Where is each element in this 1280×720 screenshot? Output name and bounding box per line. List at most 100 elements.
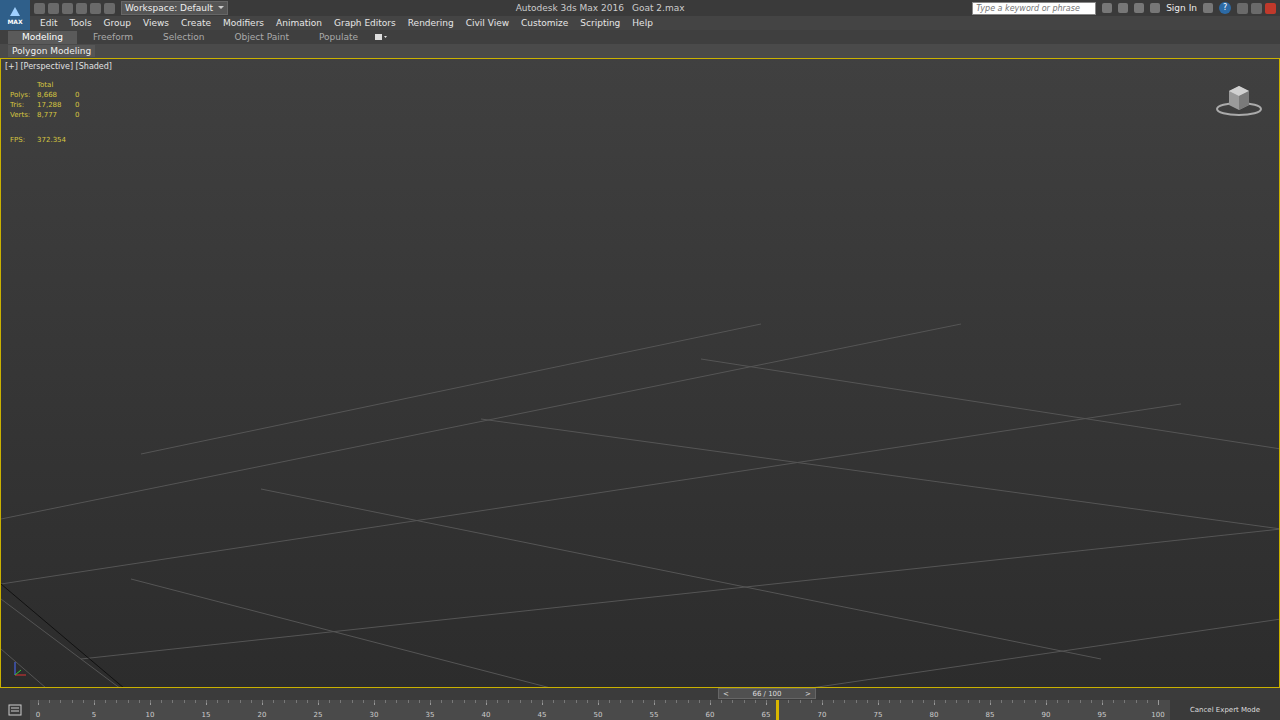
track-minor-tick	[968, 700, 969, 703]
menu-item[interactable]: Animation	[270, 18, 328, 28]
undo-icon[interactable]	[76, 3, 87, 14]
user-icon[interactable]	[1150, 3, 1160, 13]
menu-item[interactable]: Group	[98, 18, 137, 28]
track-bar[interactable]: 0510152025303540455055606570758085909510…	[30, 700, 1170, 720]
menu-item[interactable]: Scripting	[574, 18, 626, 28]
cancel-expert-mode-button[interactable]: Cancel Expert Mode	[1170, 700, 1280, 720]
track-minor-tick	[396, 700, 397, 703]
project-icon[interactable]	[104, 3, 115, 14]
track-minor-tick	[620, 700, 621, 703]
help-button[interactable]: ?	[1219, 2, 1231, 14]
workspace-dropdown[interactable]: Workspace: Default	[121, 1, 228, 15]
track-tick-label: 5	[92, 711, 96, 719]
maximize-icon[interactable]	[1251, 3, 1262, 14]
track-minor-tick	[150, 700, 151, 703]
mini-curve-editor-button[interactable]	[0, 700, 30, 720]
exchange-icon[interactable]	[1118, 3, 1128, 13]
prev-frame-button[interactable]: <	[723, 690, 729, 698]
new-icon[interactable]	[34, 3, 45, 14]
app-logo-text: MAX	[7, 18, 22, 25]
menu-item[interactable]: Create	[175, 18, 217, 28]
search-field[interactable]	[972, 2, 1096, 15]
menu-item[interactable]: Civil View	[460, 18, 515, 28]
menu-item[interactable]: Modifiers	[217, 18, 270, 28]
minimize-icon[interactable]	[1237, 3, 1248, 14]
ribbon-tabs: ModelingFreeformSelectionObject PaintPop…	[0, 30, 1280, 44]
track-tick-label: 50	[594, 711, 603, 719]
track-minor-tick	[632, 700, 633, 703]
menu-item[interactable]: Customize	[515, 18, 574, 28]
track-minor-tick	[956, 700, 957, 703]
track-minor-tick	[508, 700, 509, 703]
track-minor-tick	[811, 700, 812, 703]
track-minor-tick	[307, 700, 308, 703]
stat-value: 17,288	[37, 101, 75, 109]
track-minor-tick	[1001, 700, 1002, 703]
stat-value: 8,777	[37, 111, 75, 119]
track-minor-tick	[867, 700, 868, 703]
stat-selected-value: 0	[75, 111, 87, 119]
track-minor-tick	[430, 700, 431, 703]
track-minor-tick	[206, 700, 207, 703]
current-frame-marker[interactable]	[776, 700, 779, 720]
window-title: Autodesk 3ds Max 2016Goat 2.max	[234, 3, 966, 13]
exchange-apps-icon[interactable]	[1203, 3, 1213, 13]
track-tick-label: 40	[482, 711, 491, 719]
ribbon-tab[interactable]: Freeform	[79, 31, 147, 44]
menu-item[interactable]: Edit	[34, 18, 63, 28]
header: MAX Workspace: Default Autodesk 3ds Max 20…	[0, 0, 1280, 30]
stats-spacer	[75, 81, 87, 89]
ribbon-tab[interactable]: Modeling	[8, 31, 77, 44]
track-tick-label: 75	[874, 711, 883, 719]
redo-icon[interactable]	[90, 3, 101, 14]
track-minor-tick	[990, 700, 991, 703]
track-minor-tick	[296, 700, 297, 703]
track-minor-tick	[38, 700, 39, 703]
menu-item[interactable]: Help	[626, 18, 659, 28]
menu-item[interactable]: Rendering	[402, 18, 460, 28]
ribbon-tab[interactable]: Selection	[149, 31, 218, 44]
window-buttons	[1237, 3, 1276, 14]
stat-selected-value: 0	[75, 101, 87, 109]
app-logo-icon[interactable]: MAX	[0, 0, 30, 30]
track-minor-tick	[732, 700, 733, 703]
track-tick-label: 35	[426, 711, 435, 719]
menu-item[interactable]: Graph Editors	[328, 18, 402, 28]
track-minor-tick	[755, 700, 756, 703]
ribbon-tab[interactable]: Populate	[305, 31, 372, 44]
time-slider[interactable]: <66 / 100>	[0, 688, 1280, 700]
viewport-label[interactable]: [+] [Perspective] [Shaded]	[5, 62, 112, 71]
viewport[interactable]: [+] [Perspective] [Shaded]TotalPolys:8,6…	[0, 58, 1280, 688]
track-minor-tick	[587, 700, 588, 703]
track-minor-tick	[139, 700, 140, 703]
menu-item[interactable]: Views	[137, 18, 175, 28]
track-minor-tick	[486, 700, 487, 703]
binoculars-icon[interactable]	[1102, 3, 1112, 13]
polygon-modeling-button[interactable]: Polygon Modeling	[8, 45, 95, 57]
track-minor-tick	[228, 700, 229, 703]
quick-access-toolbar	[34, 3, 115, 14]
close-icon[interactable]	[1265, 3, 1276, 14]
track-tick	[1158, 700, 1159, 705]
track-tick-label: 25	[314, 711, 323, 719]
time-slider-thumb[interactable]: <66 / 100>	[718, 688, 816, 699]
track-minor-tick	[240, 700, 241, 703]
next-frame-button[interactable]: >	[805, 690, 811, 698]
track-minor-tick	[1102, 700, 1103, 703]
track-minor-tick	[912, 700, 913, 703]
track-minor-tick	[856, 700, 857, 703]
open-icon[interactable]	[48, 3, 59, 14]
track-minor-tick	[1080, 700, 1081, 703]
track-tick-label: 0	[36, 711, 40, 719]
menu-item[interactable]: Tools	[63, 18, 97, 28]
sign-in-button[interactable]: Sign In	[1166, 3, 1197, 13]
track-minor-tick	[1057, 700, 1058, 703]
star-icon[interactable]	[1134, 3, 1144, 13]
save-icon[interactable]	[62, 3, 73, 14]
track-minor-tick	[800, 700, 801, 703]
track-minor-tick	[721, 700, 722, 703]
ribbon-tab[interactable]: Object Paint	[221, 31, 303, 44]
file-name: Goat 2.max	[632, 3, 685, 13]
track-minor-tick	[1012, 700, 1013, 703]
track-minor-tick	[520, 700, 521, 703]
